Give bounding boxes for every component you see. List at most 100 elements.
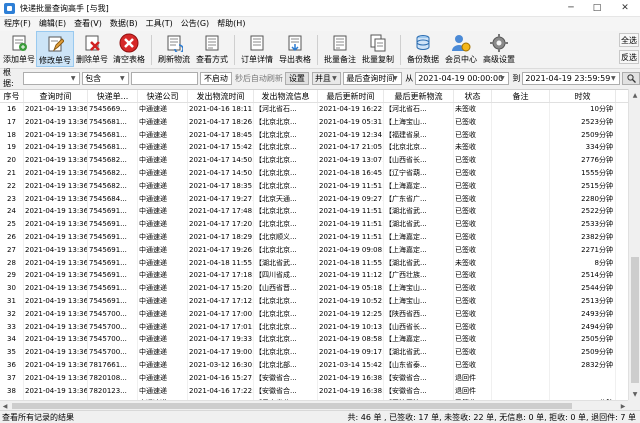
member-center-button[interactable]: 会员中心	[442, 31, 480, 67]
table-row[interactable]: 202021-04-19 13:36:127545682...中通速递2021-…	[0, 154, 628, 167]
logic-select[interactable]: 并且 ▼	[311, 71, 342, 85]
table-row[interactable]: 382021-04-19 13:36:097820123...中通速递2021-…	[0, 384, 628, 398]
refresh-logistics-button[interactable]: 刷新物流	[155, 31, 193, 67]
member-center-icon	[451, 33, 471, 53]
delete-number-button[interactable]: 删除单号	[74, 31, 110, 67]
table-cell: 2509分钟	[550, 128, 616, 142]
order-details-button[interactable]: 订单详情	[238, 31, 276, 67]
minimize-button[interactable]: ─	[558, 0, 584, 17]
table-row[interactable]: 172021-04-19 13:36:127545681...中通速递2021-…	[0, 115, 628, 129]
table-cell: 【四川省成...	[254, 269, 318, 283]
table-row[interactable]: 282021-04-19 13:36:087545691...中通速递2021-…	[0, 256, 628, 270]
batch-copy-button[interactable]: 批量复制	[359, 31, 397, 67]
table-row[interactable]: 212021-04-19 13:36:127545682...中通速递2021-…	[0, 166, 628, 180]
column-header[interactable]: 最后更新物流	[384, 90, 454, 102]
table-cell: 【湖北省武...	[254, 256, 318, 270]
maximize-button[interactable]: □	[584, 0, 610, 17]
table-cell: 2021-04-17 14:50:53	[188, 166, 254, 180]
table-row[interactable]: 292021-04-19 13:36:097545691...中通速递2021-…	[0, 269, 628, 283]
table-cell: 2021-04-19 13:36:08	[24, 256, 88, 270]
backup-data-button[interactable]: 备份数据	[404, 31, 442, 67]
end-datetime-picker[interactable]: 2021-04-19 23:59:59 ▼	[522, 71, 621, 85]
menu-announcement[interactable]: 公告(G)	[177, 17, 213, 31]
time-field-value: 最后查询时间	[346, 73, 395, 83]
table-row[interactable]: 222021-04-19 13:36:087545682...中通速递2021-…	[0, 179, 628, 193]
scroll-down-icon[interactable]: ▼	[629, 388, 640, 400]
table-row[interactable]: 302021-04-19 13:36:127545691...中通速递2021-…	[0, 282, 628, 295]
column-header[interactable]: 快递公司	[138, 90, 188, 102]
edit-number-button[interactable]: 修改单号	[36, 31, 74, 67]
table-cell: 2021-04-17 19:27:43	[188, 192, 254, 206]
horizontal-scroll-thumb[interactable]	[12, 403, 572, 409]
filter-keyword-input[interactable]	[131, 71, 198, 85]
auto-refresh-toggle-button[interactable]: 不启动	[199, 71, 232, 85]
vertical-scrollbar[interactable]: ▲ ▼	[628, 89, 640, 400]
table-row[interactable]: 342021-04-19 13:36:137545700...中通速递2021-…	[0, 333, 628, 347]
chevron-down-icon: ▼	[611, 74, 616, 82]
table-row[interactable]: 232021-04-19 13:36:127545684...中通速递2021-…	[0, 192, 628, 206]
horizontal-scrollbar[interactable]: ◀ ▶	[0, 400, 628, 410]
table-row[interactable]: 162021-04-19 13:36:127545669...中通速递2021-…	[0, 103, 628, 116]
filter-field-select[interactable]: ▼	[23, 71, 81, 85]
search-button[interactable]	[622, 71, 640, 85]
settings-button[interactable]: 设置	[284, 71, 309, 85]
table-row[interactable]: 192021-04-19 13:36:087545681...中通速递2021-…	[0, 141, 628, 155]
column-header[interactable]: 快递单...	[88, 90, 138, 102]
menu-data[interactable]: 数据(B)	[106, 17, 142, 31]
invert-select-button[interactable]: 反选	[619, 50, 639, 64]
table-cell: 2021-04-19 13:36:13	[24, 333, 88, 347]
table-cell: 2021-04-19 13:36:12	[24, 230, 88, 244]
table-cell: 中通速递	[138, 192, 188, 206]
scroll-up-icon[interactable]: ▲	[629, 89, 640, 101]
column-header[interactable]: 状态	[454, 90, 492, 102]
table-row[interactable]: 242021-04-19 13:36:127545691...中通速递2021-…	[0, 205, 628, 219]
table-cell: 7545700...	[88, 307, 138, 321]
menu-view[interactable]: 查看(V)	[70, 17, 106, 31]
table-row[interactable]: 272021-04-19 13:36:127545691...中通速递2021-…	[0, 243, 628, 257]
select-all-button[interactable]: 全选	[619, 33, 639, 47]
close-button[interactable]: ✕	[610, 0, 640, 17]
column-header[interactable]: 时效	[550, 90, 616, 102]
menu-help[interactable]: 帮助(H)	[213, 17, 249, 31]
table-row[interactable]: 322021-04-19 13:36:127545700...中通速递2021-…	[0, 307, 628, 321]
table-cell: 2021-04-17 18:26:42	[188, 115, 254, 129]
table-cell: 2021-04-17 17:00:56	[188, 307, 254, 321]
table-cell: 已签收	[454, 115, 492, 129]
table-cell: 【安徽省合...	[254, 371, 318, 385]
filter-operator-select[interactable]: 包含 ▼	[82, 71, 130, 85]
add-number-button[interactable]: 添加单号	[2, 31, 36, 67]
add-number-label: 添加单号	[3, 55, 35, 64]
table-row[interactable]: 362021-04-19 13:36:137817661...中通速递2021-…	[0, 358, 628, 372]
table-row[interactable]: 372021-04-19 13:36:097820108...中通速递2021-…	[0, 371, 628, 385]
batch-note-button[interactable]: 批量备注	[321, 31, 359, 67]
table-cell: 中通速递	[138, 128, 188, 142]
column-header[interactable]: 最后更新时间	[318, 90, 384, 102]
menu-edit[interactable]: 编辑(E)	[35, 17, 70, 31]
view-mode-button[interactable]: 查看方式	[193, 31, 231, 67]
table-row[interactable]: 182021-04-19 13:36:127545681...中通速递2021-…	[0, 128, 628, 142]
auto-refresh-option[interactable]: 秒后自动刷新	[235, 73, 283, 84]
time-field-select[interactable]: 最后查询时间 ▼	[343, 71, 403, 85]
clear-table-button[interactable]: 清空表格	[110, 31, 148, 67]
table-row[interactable]: 312021-04-19 13:36:127545691...中通速递2021-…	[0, 294, 628, 308]
column-header[interactable]: 备注	[492, 90, 550, 102]
table-cell: 【安徽省合...	[384, 371, 454, 385]
table-row[interactable]: 252021-04-19 13:36:127545691...中通速递2021-…	[0, 218, 628, 231]
export-table-button[interactable]: 导出表格	[276, 31, 314, 67]
table-row[interactable]: 332021-04-19 13:36:127545700...中通速递2021-…	[0, 320, 628, 334]
start-datetime-picker[interactable]: 2021-04-19 00:00:00 ▼	[415, 71, 510, 85]
column-header[interactable]: 发出物流时间	[188, 90, 254, 102]
menu-tools[interactable]: 工具(T)	[142, 17, 177, 31]
column-header[interactable]: 序号	[0, 90, 24, 102]
table-cell: 2514分钟	[550, 269, 616, 283]
table-row[interactable]: 352021-04-19 13:36:137545700...中通速递2021-…	[0, 346, 628, 359]
advanced-settings-button[interactable]: 高级设置	[480, 31, 518, 67]
vertical-scroll-thumb[interactable]	[631, 257, 639, 383]
table-cell: 334分钟	[550, 141, 616, 155]
table-cell	[492, 218, 550, 231]
table-row[interactable]: 262021-04-19 13:36:127545691...中通速递2021-…	[0, 230, 628, 244]
column-header[interactable]: 发出物流信息	[254, 90, 318, 102]
column-header[interactable]: 查询时间	[24, 90, 88, 102]
menu-program[interactable]: 程序(F)	[0, 17, 35, 31]
status-message: 查看所有记录的结果	[2, 412, 74, 422]
